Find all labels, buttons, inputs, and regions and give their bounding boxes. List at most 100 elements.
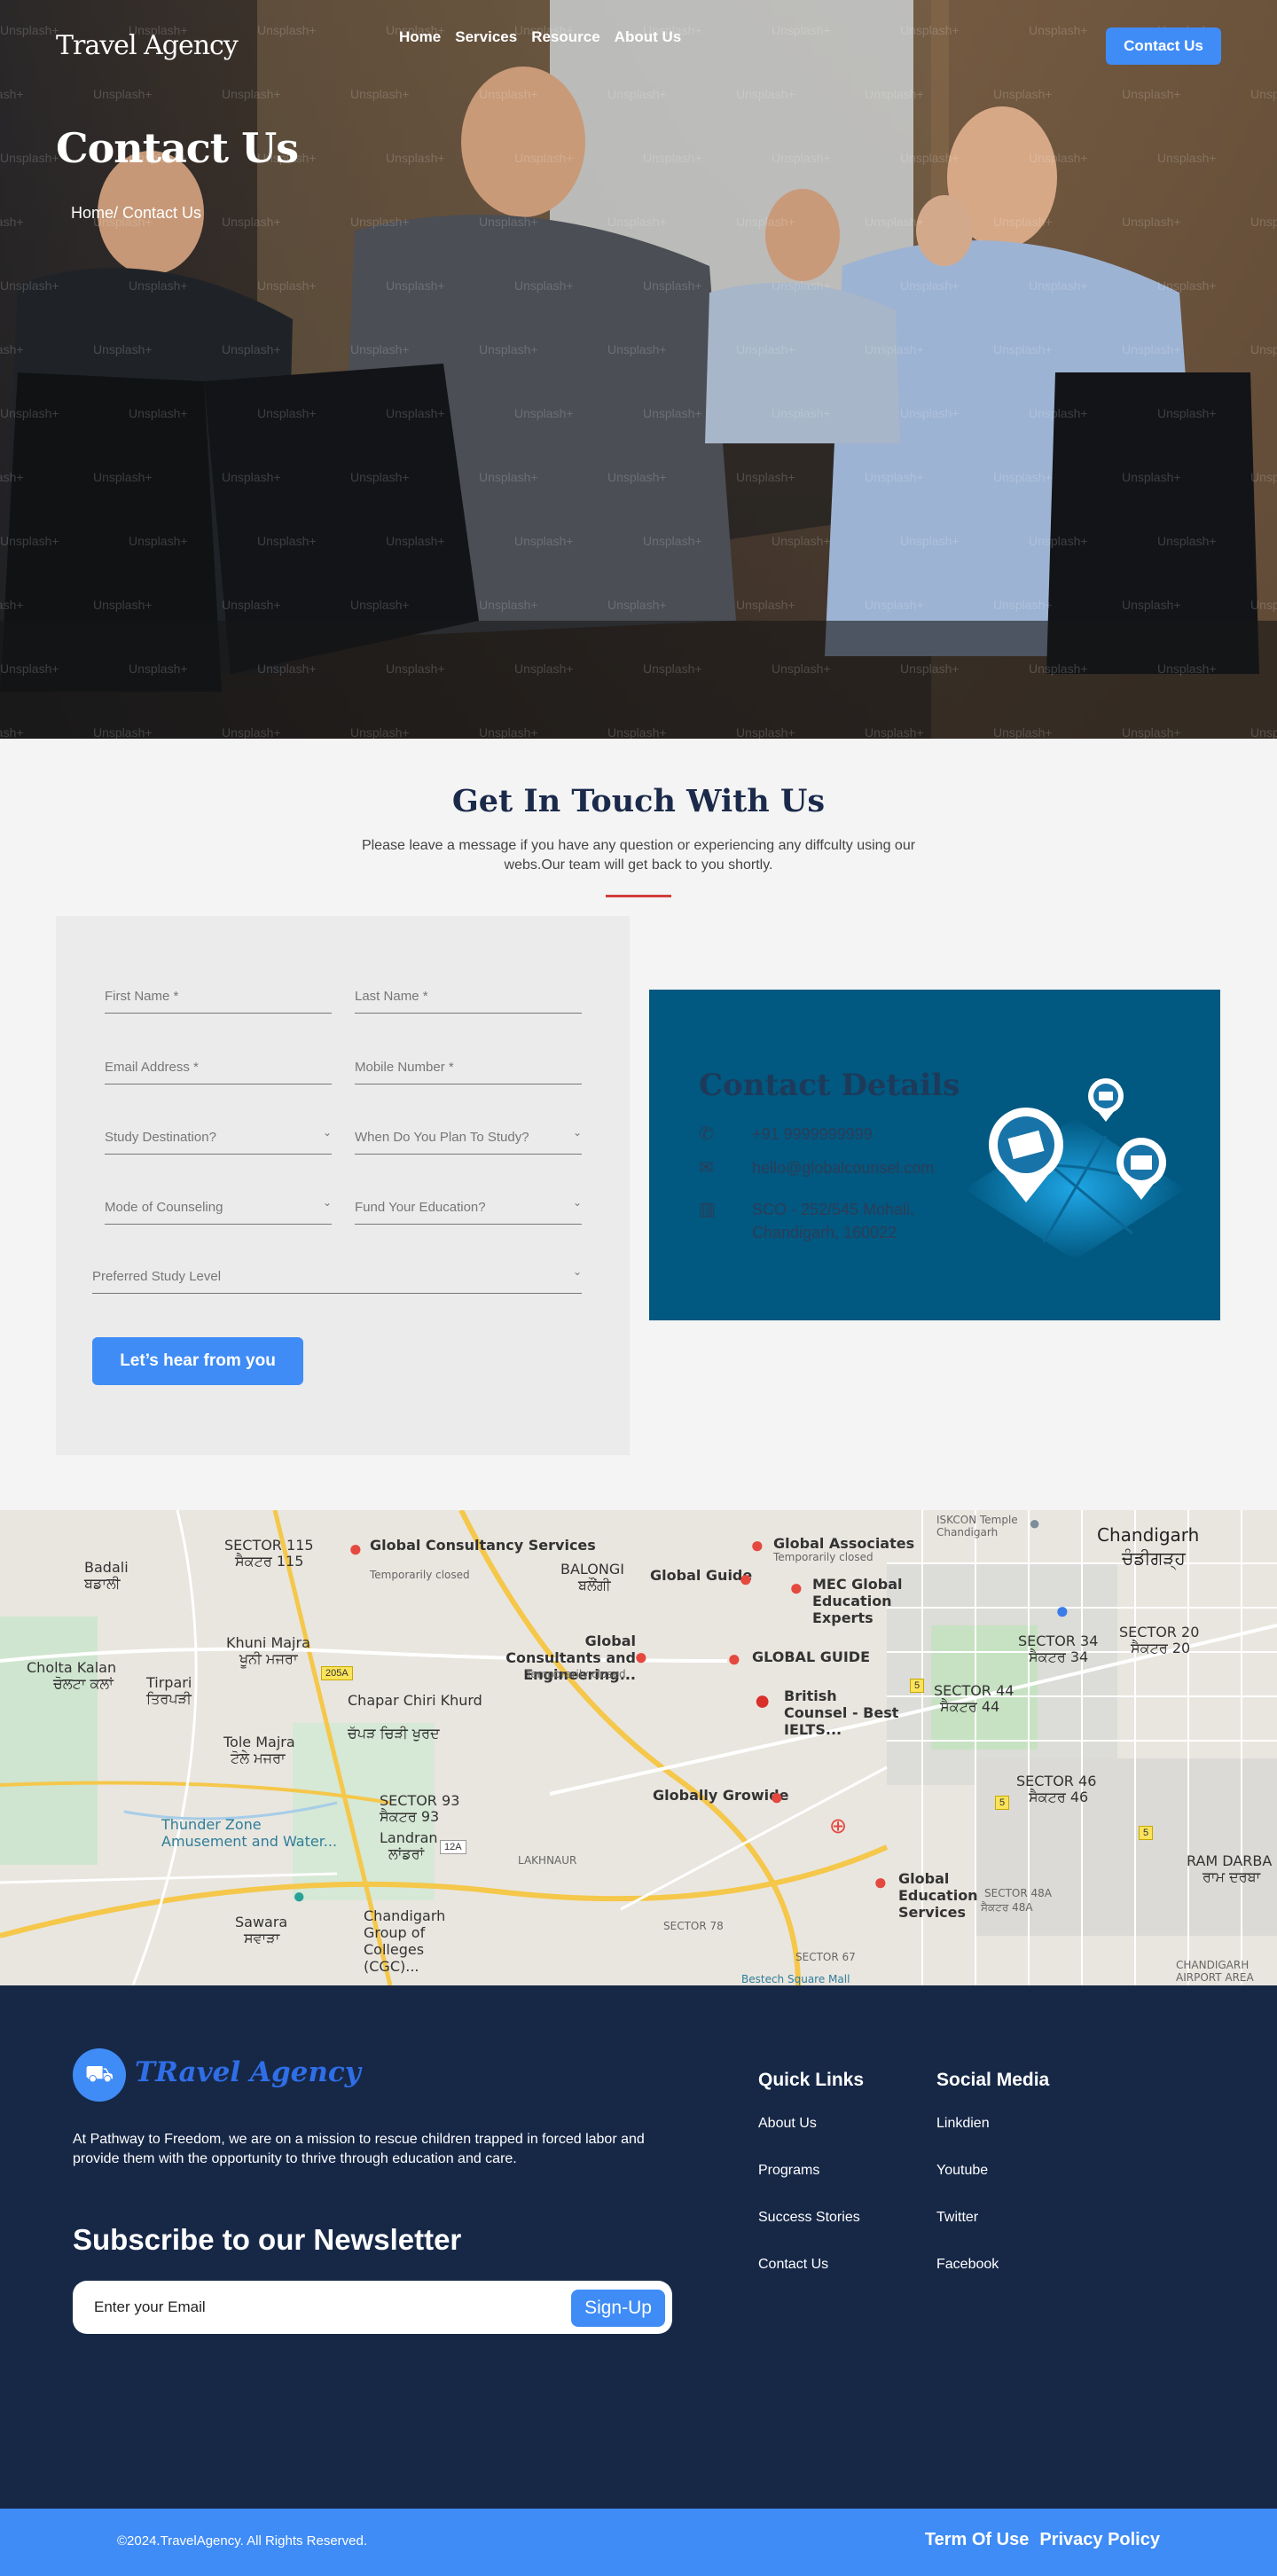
- email-field[interactable]: Email Address *: [105, 1049, 332, 1084]
- phone-value[interactable]: +91 9999999999: [752, 1123, 873, 1146]
- contact-us-button[interactable]: Contact Us: [1106, 27, 1221, 65]
- watermark-text: Unsplash+: [1250, 342, 1277, 356]
- road-badge: 12A: [440, 1840, 466, 1854]
- chevron-down-icon: ⌄: [572, 1126, 582, 1139]
- watermark-text: Unsplash+: [865, 470, 924, 484]
- watermark-text: Unsplash+: [222, 725, 281, 739]
- watermark-text: Unsplash+: [643, 662, 702, 676]
- watermark-text: Unsplash+: [479, 215, 538, 229]
- footer-link-twitter[interactable]: Twitter: [936, 2210, 1049, 2226]
- place-name: Global Associates: [773, 1535, 915, 1552]
- footer-brand[interactable]: TRavel Agency: [135, 2056, 361, 2088]
- road-badge: 5: [1139, 1826, 1154, 1840]
- terms-link[interactable]: Term Of Use: [925, 2530, 1029, 2550]
- contact-section: Get In Touch With Us Please leave a mess…: [0, 739, 1277, 1510]
- nav-link-services[interactable]: Services: [455, 28, 517, 46]
- watermark-text: Unsplash+: [222, 342, 281, 356]
- phone-row: ✆ +91 9999999999: [699, 1123, 873, 1146]
- watermark-text: Unsplash+: [1250, 87, 1277, 101]
- watermark-text: Unsplash+: [643, 151, 702, 165]
- watermark-text: Unsplash+: [350, 725, 410, 739]
- map-label: ਬਲੌਂਗੀ: [578, 1577, 611, 1593]
- watermark-text: Unsplash+: [736, 725, 795, 739]
- map-label: ਸੈਕਟਰ 46: [1029, 1789, 1089, 1805]
- newsletter-email-input[interactable]: Enter your Email: [94, 2298, 206, 2316]
- privacy-link[interactable]: Privacy Policy: [1039, 2530, 1160, 2550]
- study-destination-select[interactable]: Study Destination? ⌄: [105, 1119, 332, 1155]
- watermark-text: Unsplash+: [257, 662, 317, 676]
- footer-logo-icon: ⛟: [73, 2048, 126, 2102]
- watermark-text: Unsplash+: [643, 406, 702, 420]
- social-title: Social Media: [936, 2070, 1050, 2090]
- watermark-text: Unsplash+: [257, 406, 317, 420]
- watermark-text: Unsplash+: [0, 598, 24, 612]
- mobile-field[interactable]: Mobile Number *: [355, 1049, 582, 1084]
- footer-link-stories[interactable]: Success Stories: [758, 2210, 864, 2226]
- location-map[interactable]: SECTOR 115 ਸੈਕਟਰ 115 Badali ਬਡਾਲੀ BALONG…: [0, 1510, 1277, 1985]
- hospital-icon[interactable]: ⊕: [829, 1813, 847, 1839]
- email-value[interactable]: hello@globalcounsel.com: [752, 1156, 934, 1179]
- watermark-text: Unsplash+: [900, 151, 960, 165]
- watermark-text: Unsplash+: [129, 406, 188, 420]
- watermark-text: Unsplash+: [386, 534, 445, 548]
- watermark-text: Unsplash+: [736, 215, 795, 229]
- page-title: Contact Us: [56, 124, 299, 172]
- watermark-text: Unsplash+: [1029, 534, 1088, 548]
- submit-button[interactable]: Let’s hear from you: [92, 1337, 303, 1385]
- watermark-text: Unsplash+: [865, 598, 924, 612]
- map-label: ਸਵਾੜਾ: [244, 1930, 280, 1946]
- watermark-text: Unsplash+: [993, 342, 1053, 356]
- last-name-field[interactable]: Last Name *: [355, 978, 582, 1014]
- mobile-label: Mobile Number *: [355, 1060, 454, 1075]
- footer-link-youtube[interactable]: Youtube: [936, 2163, 1049, 2179]
- place-name: Globally Growide: [653, 1787, 789, 1804]
- breadcrumb: Home/ Contact Us: [71, 204, 202, 222]
- map-label: Sawara: [235, 1914, 288, 1930]
- newsletter-signup-button[interactable]: Sign-Up: [571, 2290, 665, 2327]
- watermark-text: Unsplash+: [257, 534, 317, 548]
- watermark-text: Unsplash+: [1250, 725, 1277, 739]
- temple-icon[interactable]: ●: [1029, 1512, 1040, 1535]
- footer-link-linkedin[interactable]: Linkdien: [936, 2116, 1049, 2132]
- watermark-text: Unsplash+: [222, 598, 281, 612]
- map-pin-icon[interactable]: ●: [1055, 1597, 1069, 1625]
- place-name: Global Consultancy Services: [370, 1537, 596, 1554]
- nav-link-home[interactable]: Home: [399, 28, 441, 46]
- watermark-text: Unsplash+: [607, 598, 667, 612]
- watermark-text: Unsplash+: [1157, 151, 1217, 165]
- watermark-text: Unsplash+: [736, 470, 795, 484]
- place-name: British Counsel - Best IELTS...: [784, 1687, 899, 1738]
- watermark-text: Unsplash+: [1122, 598, 1181, 612]
- counseling-mode-select[interactable]: Mode of Counseling ⌄: [105, 1189, 332, 1225]
- footer-link-programs[interactable]: Programs: [758, 2163, 864, 2179]
- social-links-column: Social Media Linkdien Youtube Twitter Fa…: [936, 2070, 1049, 2304]
- map-label: ਬਡਾਲੀ: [84, 1575, 121, 1592]
- map-pin-icon: ●: [874, 1868, 888, 1895]
- footer-link-about[interactable]: About Us: [758, 2116, 864, 2132]
- map-label: ਸੈਕਟਰ 20: [1131, 1640, 1191, 1656]
- park-icon[interactable]: ●: [293, 1884, 306, 1909]
- study-when-select[interactable]: When Do You Plan To Study? ⌄: [355, 1119, 582, 1155]
- watermark-text: Unsplash+: [993, 598, 1053, 612]
- study-level-select[interactable]: Preferred Study Level ⌄: [92, 1258, 582, 1294]
- nav-link-about[interactable]: About Us: [615, 28, 682, 46]
- watermark-text: Unsplash+: [865, 215, 924, 229]
- watermark-text: Unsplash+: [772, 662, 831, 676]
- watermark-text: Unsplash+: [1029, 662, 1088, 676]
- nav-link-resource[interactable]: Resource: [531, 28, 599, 46]
- site-logo[interactable]: Travel Agency: [56, 30, 239, 61]
- footer-link-facebook[interactable]: Facebook: [936, 2257, 1049, 2273]
- map-label: Landran: [380, 1829, 438, 1846]
- watermark-text: Unsplash+: [993, 87, 1053, 101]
- map-label: Chandigarh: [1097, 1524, 1200, 1546]
- watermark-text: Unsplash+: [350, 87, 410, 101]
- place-note: Temporarily closed: [370, 1569, 470, 1581]
- watermark-text: Unsplash+: [222, 215, 281, 229]
- footer-link-contact[interactable]: Contact Us: [758, 2257, 864, 2273]
- watermark-text: Unsplash+: [900, 406, 960, 420]
- map-pin-icon: ●: [727, 1645, 741, 1672]
- watermark-text: Unsplash+: [607, 215, 667, 229]
- fund-education-select[interactable]: Fund Your Education? ⌄: [355, 1189, 582, 1225]
- hero-section: Unsplash+ Unsplash+ Unsplash+ Unsplash+ Unsp…: [0, 0, 1277, 739]
- first-name-field[interactable]: First Name *: [105, 978, 332, 1014]
